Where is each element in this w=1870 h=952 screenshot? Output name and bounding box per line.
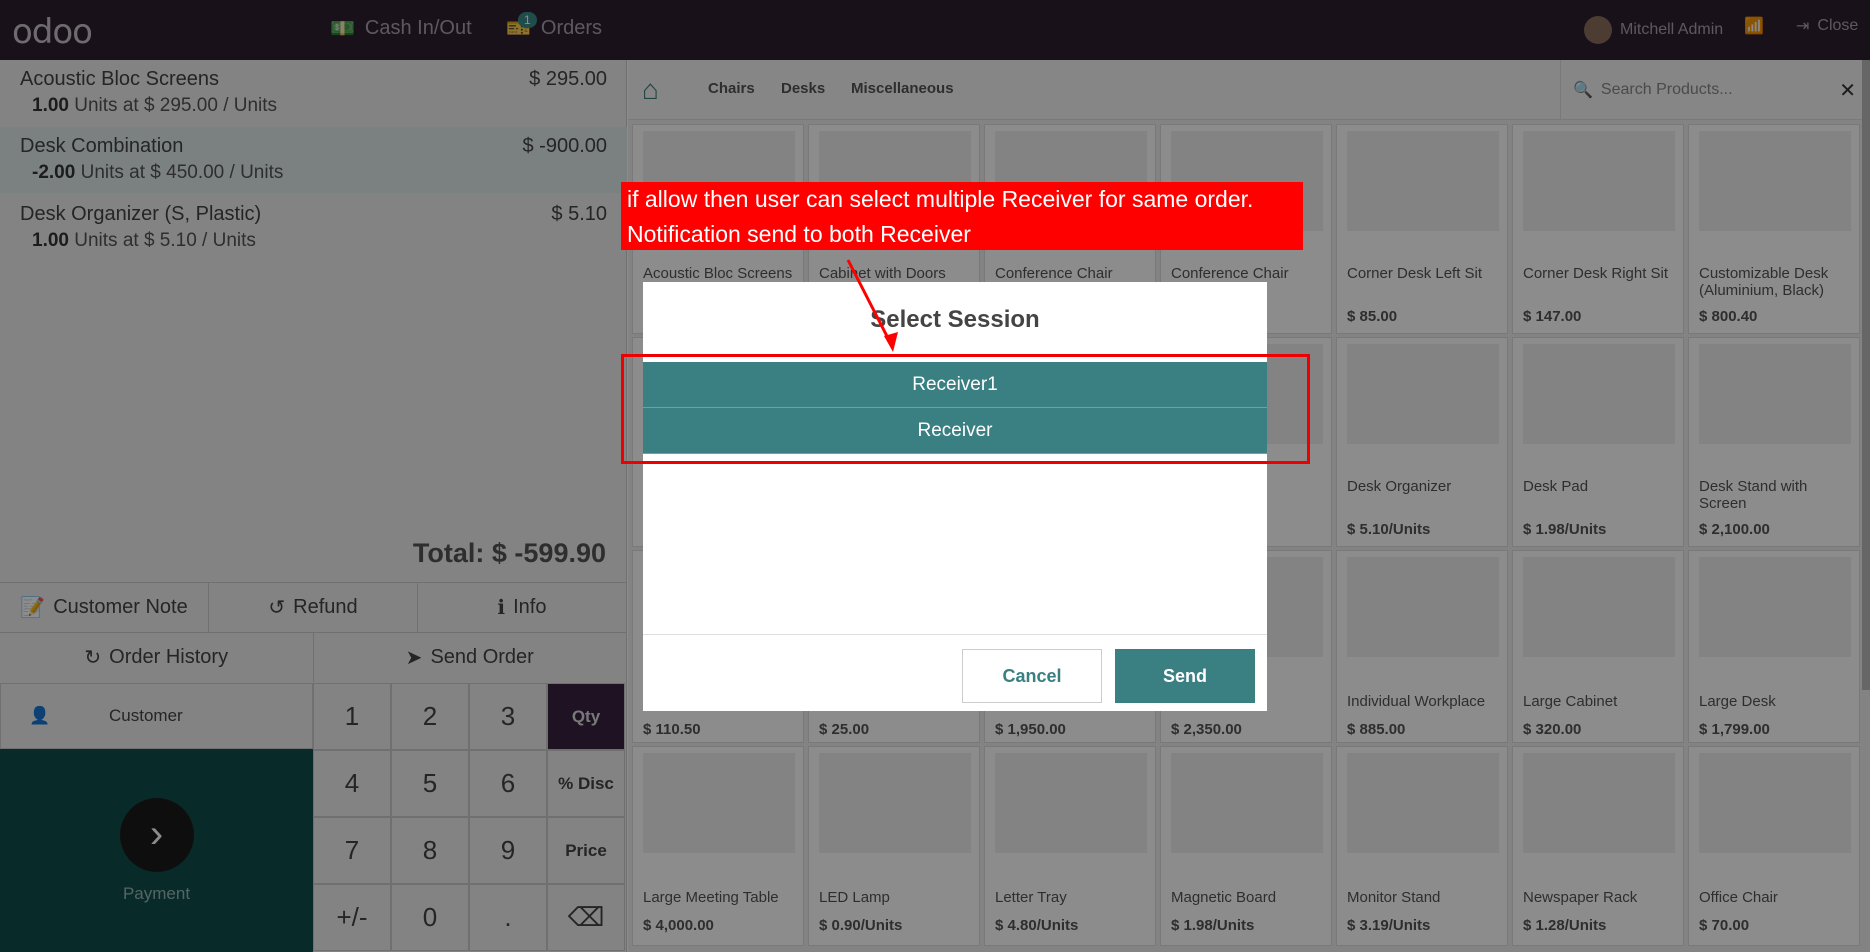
annotation-arrow (846, 259, 898, 352)
